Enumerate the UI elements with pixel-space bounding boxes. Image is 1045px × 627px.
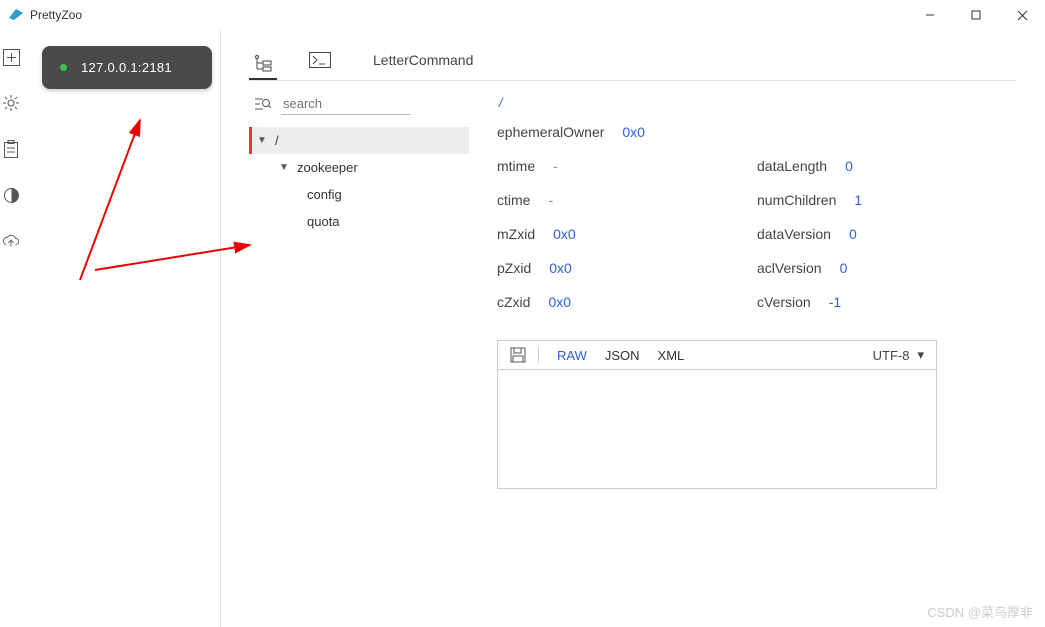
stat-num-children: numChildren 1 <box>757 192 1017 208</box>
stat-label: cZxid <box>497 294 530 310</box>
tree-node-label: config <box>307 187 342 202</box>
tree-node-root[interactable]: ▼ / <box>249 127 469 154</box>
stat-value: 0x0 <box>549 260 572 276</box>
stat-value: - <box>553 158 558 174</box>
tree: ▼ / ▼ zookeeper config quota <box>249 127 469 235</box>
maximize-button[interactable] <box>953 0 999 30</box>
tree-tab-icon <box>253 54 273 72</box>
tree-node-config[interactable]: config <box>249 181 469 208</box>
stat-cversion: cVersion -1 <box>757 294 1017 310</box>
stat-value: 0x0 <box>553 226 576 242</box>
stat-value: -1 <box>829 294 841 310</box>
connection-chip[interactable]: 127.0.0.1:2181 <box>42 46 212 89</box>
stat-ephemeral-owner: ephemeralOwner 0x0 <box>497 124 757 140</box>
window-controls <box>907 0 1045 30</box>
stat-ctime: ctime - <box>497 192 757 208</box>
minimize-button[interactable] <box>907 0 953 30</box>
search-icon[interactable] <box>253 96 271 112</box>
tree-node-label: zookeeper <box>297 160 358 175</box>
tab-terminal[interactable] <box>305 48 335 74</box>
app-body: 127.0.0.1:2181 LetterCommand <box>0 30 1045 627</box>
stat-grid: ephemeralOwner 0x0 mtime - dataLength 0 cti… <box>497 124 1017 310</box>
stat-label: dataLength <box>757 158 827 174</box>
stat-label: ephemeralOwner <box>497 124 604 140</box>
terminal-tab-icon <box>309 52 331 68</box>
format-json[interactable]: JSON <box>605 348 640 363</box>
stat-label: mZxid <box>497 226 535 242</box>
add-icon[interactable] <box>2 48 20 66</box>
stat-value: 1 <box>854 192 862 208</box>
save-button[interactable] <box>510 347 539 363</box>
stat-mzxid: mZxid 0x0 <box>497 226 757 242</box>
caret-down-icon: ▼ <box>257 135 269 146</box>
tree-node-quota[interactable]: quota <box>249 208 469 235</box>
chevron-down-icon: ▾ <box>917 347 924 363</box>
tab-letter-label: LetterCommand <box>373 52 473 68</box>
connection-panel: 127.0.0.1:2181 <box>22 30 221 627</box>
tree-node-label: quota <box>307 214 340 229</box>
stat-label: mtime <box>497 158 535 174</box>
app-title: PrettyZoo <box>30 8 82 22</box>
stat-label: cVersion <box>757 294 811 310</box>
stat-pzxid: pZxid 0x0 <box>497 260 757 276</box>
stat-label: pZxid <box>497 260 531 276</box>
close-button[interactable] <box>999 0 1045 30</box>
stat-label: dataVersion <box>757 226 831 242</box>
stat-value: 0x0 <box>622 124 645 140</box>
tab-letter-command[interactable]: LetterCommand <box>363 48 477 74</box>
tab-tree[interactable] <box>249 50 277 80</box>
tree-node-label: / <box>275 133 279 148</box>
stat-value: - <box>548 192 553 208</box>
stat-value: 0 <box>840 260 848 276</box>
search-row <box>249 93 469 121</box>
tab-bar: LetterCommand <box>249 48 1017 81</box>
titlebar-left: PrettyZoo <box>8 7 82 23</box>
data-toolbar: RAW JSON XML UTF-8 ▾ <box>497 340 937 369</box>
contrast-icon[interactable] <box>2 186 20 204</box>
titlebar: PrettyZoo <box>0 0 1045 30</box>
stat-value: 0 <box>849 226 857 242</box>
stat-data-version: dataVersion 0 <box>757 226 1017 242</box>
stat-data-length: dataLength 0 <box>757 158 1017 174</box>
clipboard-icon[interactable] <box>2 140 20 158</box>
main-area: LetterCommand ▼ / ▼ zookeeper <box>221 30 1045 627</box>
stat-mtime: mtime - <box>497 158 757 174</box>
stat-czxid: cZxid 0x0 <box>497 294 757 310</box>
connection-address: 127.0.0.1:2181 <box>81 60 172 75</box>
format-raw[interactable]: RAW <box>557 348 587 363</box>
watermark: CSDN @菜鸟厚非 <box>927 602 1033 621</box>
gear-icon[interactable] <box>2 94 20 112</box>
encoding-select[interactable]: UTF-8 ▾ <box>873 347 924 363</box>
tree-node-zookeeper[interactable]: ▼ zookeeper <box>249 154 469 181</box>
cloud-upload-icon[interactable] <box>2 232 20 250</box>
caret-down-icon: ▼ <box>279 162 291 173</box>
tree-pane: ▼ / ▼ zookeeper config quota <box>249 93 469 615</box>
stat-label: numChildren <box>757 192 836 208</box>
format-xml[interactable]: XML <box>658 348 685 363</box>
stat-value: 0x0 <box>548 294 571 310</box>
encoding-label: UTF-8 <box>873 348 910 363</box>
status-dot-icon <box>60 64 67 71</box>
stat-label: aclVersion <box>757 260 822 276</box>
left-rail <box>0 30 22 627</box>
search-input[interactable] <box>281 93 411 115</box>
content-area: ▼ / ▼ zookeeper config quota <box>249 93 1017 615</box>
stat-acl-version: aclVersion 0 <box>757 260 1017 276</box>
stat-label: ctime <box>497 192 530 208</box>
app-logo-icon <box>8 7 24 23</box>
stat-value: 0 <box>845 158 853 174</box>
data-textarea[interactable] <box>497 369 937 489</box>
detail-pane: / ephemeralOwner 0x0 mtime - dataLength 0 c… <box>497 93 1017 615</box>
node-path: / <box>499 95 1017 110</box>
